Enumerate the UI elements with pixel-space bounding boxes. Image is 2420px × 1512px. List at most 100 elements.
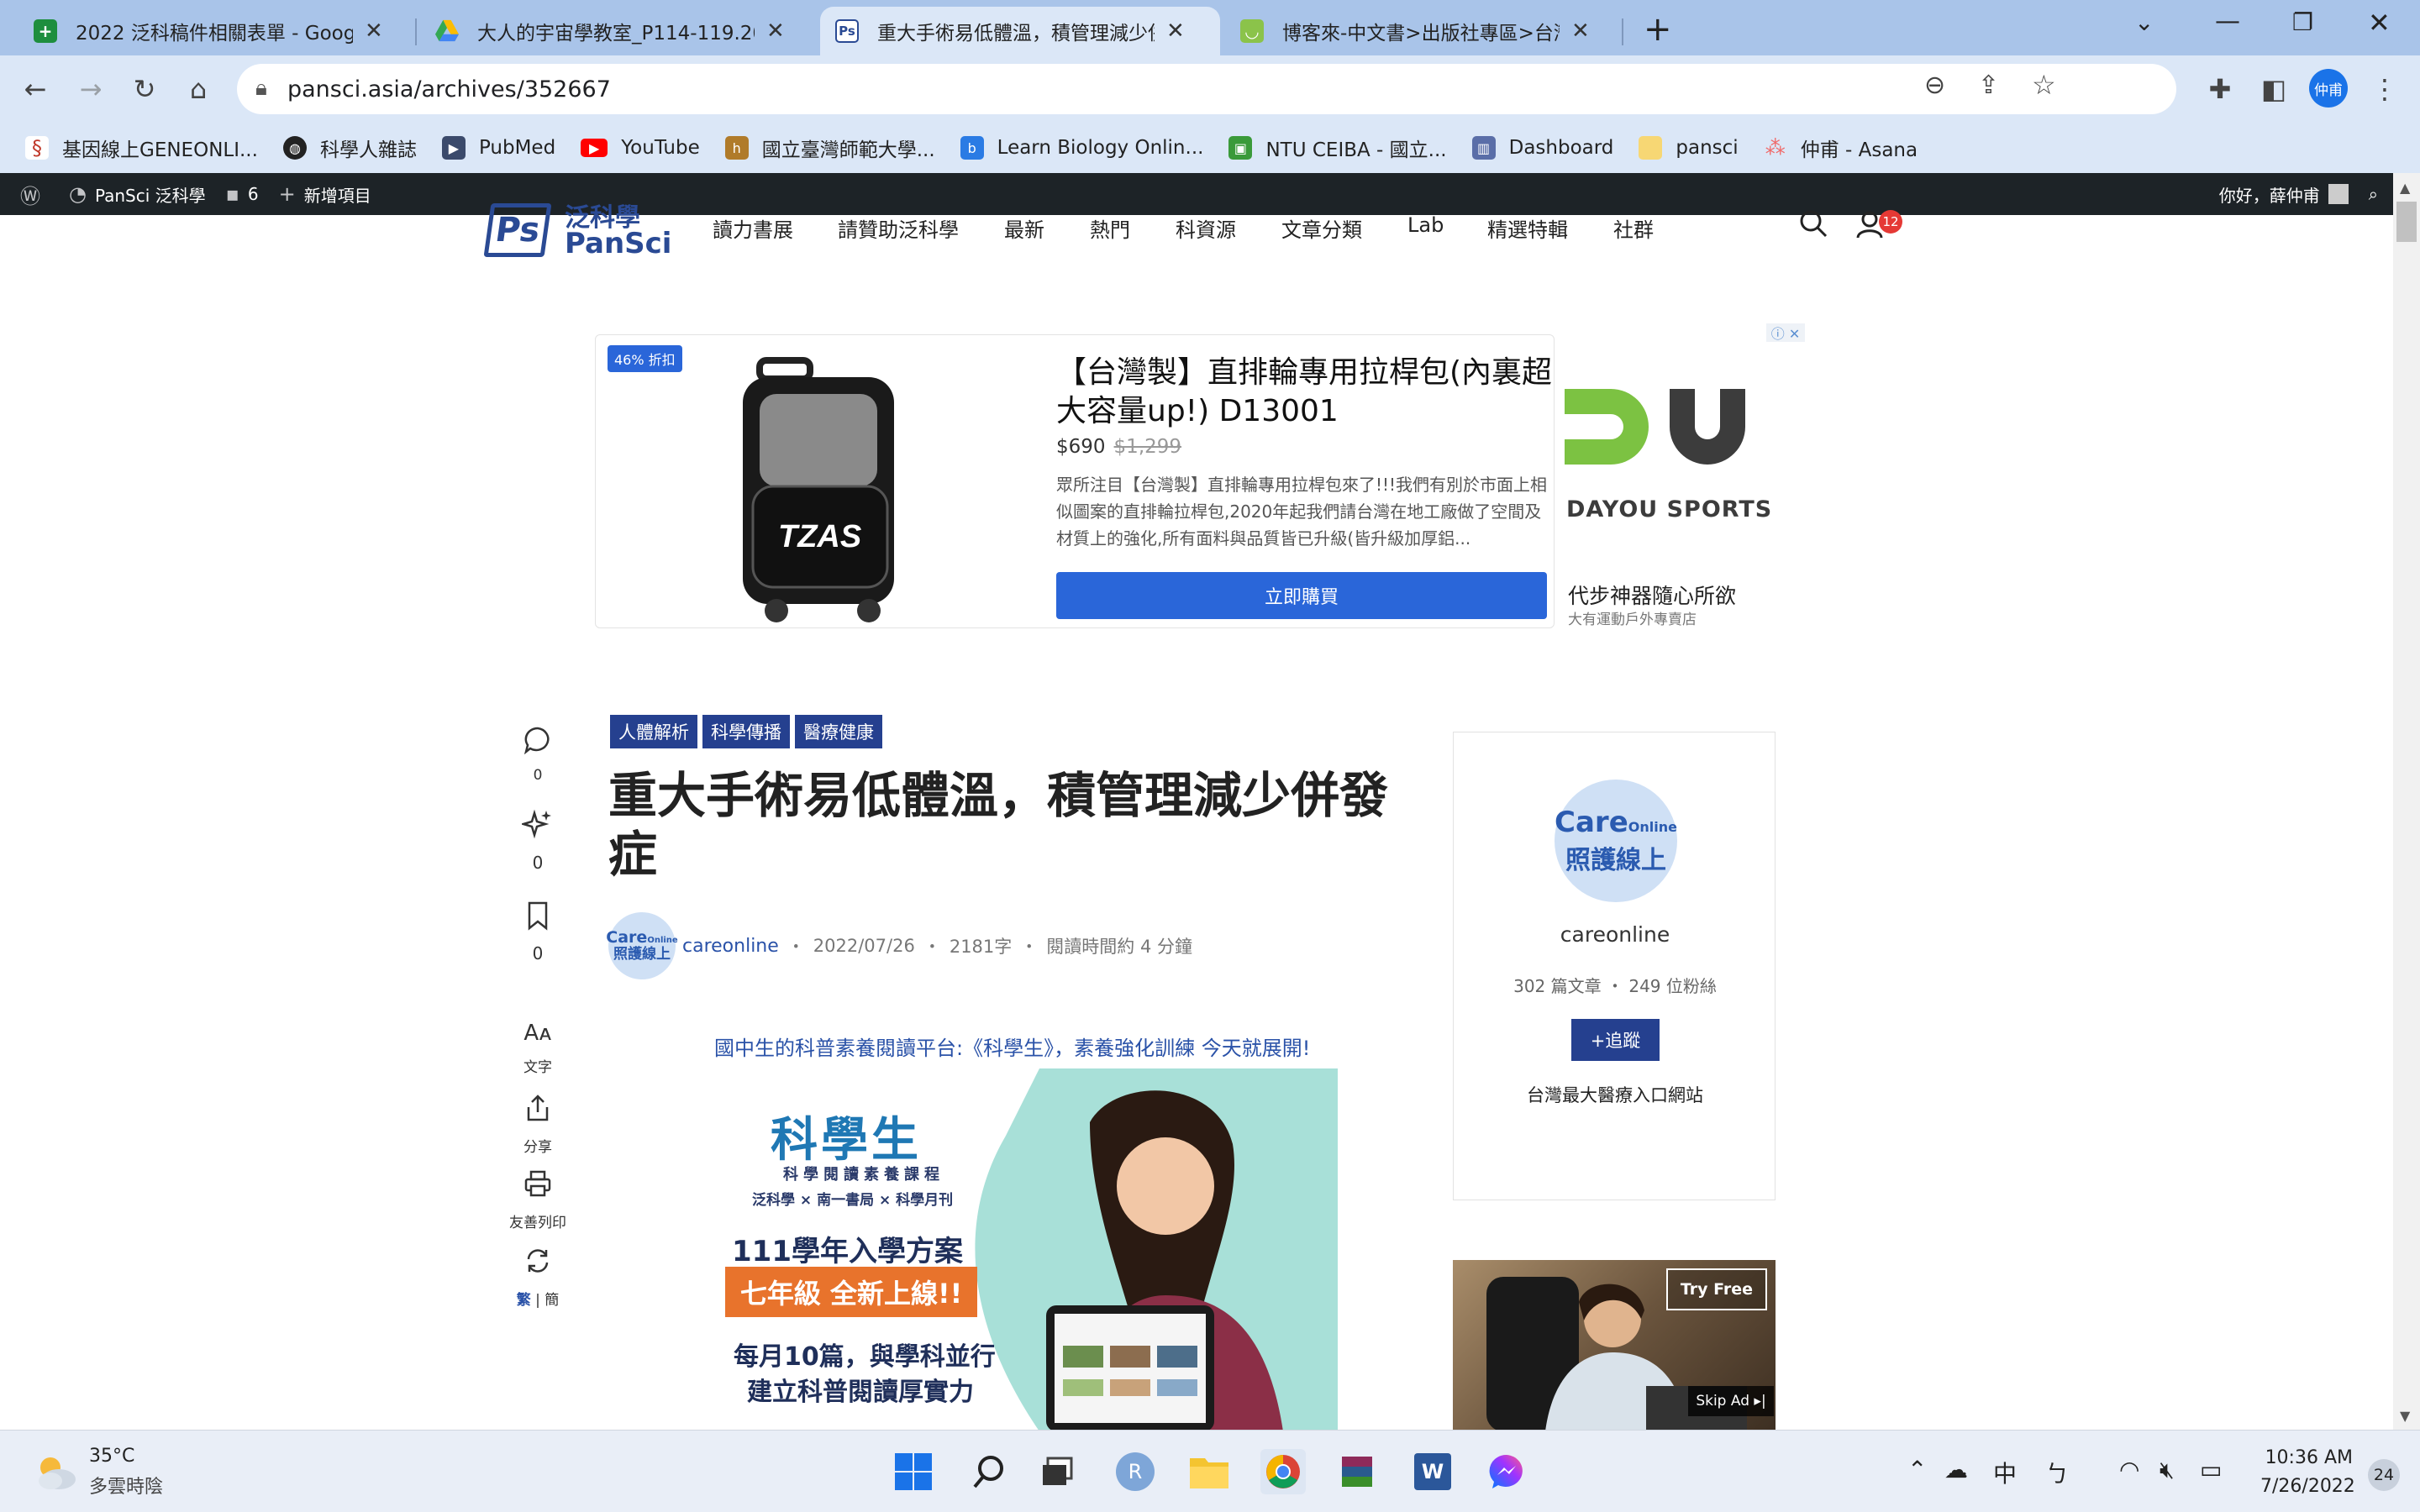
follow-button[interactable]: +追蹤 xyxy=(1571,1019,1660,1061)
nav-item-book-fair[interactable]: 讀力書展 xyxy=(713,213,793,243)
font-size-button[interactable]: Aᴀ 文字 xyxy=(504,1016,571,1076)
scroll-up-icon[interactable]: ▲ xyxy=(2400,180,2410,196)
system-clock[interactable]: 10:36 AM 7/26/2022 xyxy=(2260,1444,2355,1501)
category-tag[interactable]: 人體解析 xyxy=(610,715,697,748)
nav-item-popular[interactable]: 熱門 xyxy=(1090,213,1130,243)
volume-muted-icon[interactable]: 🔇︎ xyxy=(2160,1456,2175,1484)
nav-item-sponsor[interactable]: 請贊助泛科學 xyxy=(838,213,959,243)
nav-item-lab[interactable]: Lab xyxy=(1407,213,1444,237)
zoom-icon[interactable]: ⊖ xyxy=(1924,71,1945,100)
product-ad[interactable]: 46% 折扣 TZAS 【台灣製】直排輪專用拉桿包(內裏超大容量up!) D13… xyxy=(595,334,1555,628)
minimize-icon[interactable]: — xyxy=(2215,7,2240,36)
bookmark-item[interactable]: ◍ 科學人雜誌 xyxy=(282,134,417,162)
reload-icon[interactable]: ↻ xyxy=(123,67,166,111)
side-panel-icon[interactable]: ◧ xyxy=(2252,67,2296,111)
home-icon[interactable]: ⌂ xyxy=(176,67,220,111)
new-tab-icon[interactable]: + xyxy=(1644,10,1672,49)
notification-badge[interactable]: 12 xyxy=(1879,210,1902,234)
bookmark-item[interactable]: ▶ YouTube xyxy=(581,137,700,159)
site-search-icon[interactable] xyxy=(1798,208,1828,246)
author-card-name[interactable]: careonline xyxy=(1454,922,1776,947)
comments-menu[interactable]: ▪ 6 xyxy=(226,182,259,206)
profile-avatar[interactable]: 仲甫 xyxy=(2309,69,2348,108)
nav-item-features[interactable]: 精選特輯 xyxy=(1487,213,1568,243)
skip-ad-button[interactable]: Skip Ad ▸| xyxy=(1688,1386,1774,1416)
tab-drive[interactable]: 大人的宇宙學教室_P114-119.208 ✕ xyxy=(420,7,812,55)
ime-indicator[interactable]: 中 xyxy=(1993,1456,2017,1489)
extensions-icon[interactable]: ✚ xyxy=(2198,67,2242,111)
try-free-button[interactable]: Try Free xyxy=(1666,1268,1767,1310)
close-window-icon[interactable]: ✕ xyxy=(2368,7,2391,39)
lock-icon[interactable]: 🔒︎ xyxy=(255,76,267,102)
menu-kebab-icon[interactable]: ⋮ xyxy=(2363,67,2407,111)
tab-search-chevron-icon[interactable]: ⌄ xyxy=(2134,8,2154,36)
scroll-thumb[interactable] xyxy=(2396,202,2417,242)
pansci-logo[interactable]: Ps 泛科學 PanSci xyxy=(483,203,671,262)
nav-item-categories[interactable]: 文章分類 xyxy=(1281,213,1362,243)
author-card-avatar[interactable]: CareOnline 照護線上 xyxy=(1555,780,1677,902)
nav-item-latest[interactable]: 最新 xyxy=(1004,213,1044,243)
chrome-icon[interactable] xyxy=(1260,1449,1306,1494)
science-student-banner[interactable]: 科學生 科學閱讀素養課程 泛科學 × 南一書局 × 科學月刊 111學年入學方案… xyxy=(695,1068,1338,1431)
tab-sheets[interactable]: + 2022 泛科稿件相關表單 - Google ✕ xyxy=(18,7,410,55)
ad-title[interactable]: 【台灣製】直排輪專用拉桿包(內裏超大容量up!) D13001 xyxy=(1056,354,1560,431)
file-explorer-icon[interactable] xyxy=(1186,1449,1232,1494)
back-icon[interactable]: ← xyxy=(13,67,57,111)
close-tab-icon[interactable]: ✕ xyxy=(1571,18,1590,44)
wordpress-menu[interactable]: Ⓦ xyxy=(20,180,49,209)
wifi-icon[interactable]: ◠ xyxy=(2119,1456,2139,1483)
url-text[interactable]: pansci.asia/archives/352667 xyxy=(287,76,611,102)
close-tab-icon[interactable]: ✕ xyxy=(1166,18,1185,44)
tab-books[interactable]: ◡ 博客來-中文書>出版社專區>台灣 ✕ xyxy=(1225,7,1625,55)
nav-item-resources[interactable]: 科資源 xyxy=(1176,213,1236,243)
promo-link[interactable]: 國中生的科普素養閱讀平台:《科學生》，素養強化訓練 今天就展開! xyxy=(714,1032,1310,1061)
share-button[interactable]: 分享 xyxy=(504,1094,571,1156)
close-tab-icon[interactable]: ✕ xyxy=(766,18,785,44)
scroll-down-icon[interactable]: ▼ xyxy=(2400,1408,2410,1424)
bookmark-item[interactable]: ▶ PubMed xyxy=(441,136,555,160)
battery-icon[interactable]: ▭ xyxy=(2200,1456,2222,1483)
bookmark-item[interactable]: § 基因線上GENEONLI... xyxy=(25,134,258,162)
close-tab-icon[interactable]: ✕ xyxy=(365,18,383,44)
traditional-option[interactable]: 繁 xyxy=(517,1292,531,1309)
nav-item-community[interactable]: 社群 xyxy=(1613,213,1654,243)
page-scrollbar[interactable]: ▲ ▼ xyxy=(2393,173,2420,1430)
bookmark-item[interactable]: ▥ Dashboard xyxy=(1471,136,1613,160)
video-ad[interactable]: Try Free Skip Ad ▸| xyxy=(1453,1260,1776,1431)
like-button[interactable]: 0 xyxy=(504,808,571,873)
print-button[interactable]: 友善列印 xyxy=(504,1169,571,1231)
comment-button[interactable]: 0 xyxy=(504,726,571,784)
dayou-sports-ad[interactable]: ⓘ ✕ DAYOU SPORTS 代步神器隨心所欲 大有運動戶外專賣店 xyxy=(1565,323,1808,633)
user-app-icon[interactable]: R xyxy=(1113,1449,1158,1494)
restore-icon[interactable]: ❐ xyxy=(2292,8,2313,36)
address-bar[interactable]: 🔒︎ pansci.asia/archives/352667 ⊖ ⇪ ☆ xyxy=(237,64,2176,114)
search-taskbar-icon[interactable] xyxy=(966,1449,1012,1494)
admin-search-icon[interactable]: ⌕ xyxy=(2369,184,2378,204)
bookmark-star-icon[interactable]: ☆ xyxy=(2032,69,2056,101)
ime-mode-icon[interactable]: ㄅ xyxy=(2045,1456,2069,1489)
word-icon[interactable]: W xyxy=(1410,1449,1455,1494)
notification-center-badge[interactable]: 24 xyxy=(2368,1459,2400,1491)
buy-now-button[interactable]: 立即購買 xyxy=(1056,572,1547,619)
account-menu[interactable]: 你好，薛仲甫 xyxy=(2219,182,2349,207)
adchoices-icon[interactable]: ⓘ ✕ xyxy=(1766,323,1805,342)
site-menu[interactable]: ◔ PanSci 泛科學 xyxy=(69,182,206,207)
author-avatar[interactable]: CareOnline 照護線上 xyxy=(606,912,678,979)
onedrive-icon[interactable]: ☁︎ xyxy=(1944,1456,1968,1483)
bookmark-item[interactable]: ⁂ 仲甫 - Asana xyxy=(1764,134,1918,162)
show-hidden-icons[interactable]: ⌃ xyxy=(1907,1456,1927,1483)
start-button[interactable] xyxy=(891,1449,936,1494)
bookmark-item[interactable]: pansci xyxy=(1639,136,1739,160)
simplified-option[interactable]: 簡 xyxy=(544,1292,559,1309)
bookmark-item[interactable]: ▣ NTU CEIBA - 國立... xyxy=(1228,134,1447,162)
winrar-icon[interactable] xyxy=(1334,1449,1380,1494)
task-view-icon[interactable] xyxy=(1035,1449,1081,1494)
new-item-menu[interactable]: + 新增項目 xyxy=(279,182,371,207)
forward-icon[interactable]: → xyxy=(69,67,113,111)
category-tag[interactable]: 醫療健康 xyxy=(795,715,882,748)
tab-pansci-active[interactable]: Ps 重大手術易低體溫，積管理減少併 ✕ xyxy=(820,7,1220,55)
messenger-icon[interactable] xyxy=(1484,1449,1529,1494)
bookmark-item[interactable]: b Learn Biology Onlin... xyxy=(960,136,1203,160)
bookmark-item[interactable]: h 國立臺灣師範大學... xyxy=(724,134,935,162)
bookmark-button[interactable]: 0 xyxy=(504,900,571,963)
